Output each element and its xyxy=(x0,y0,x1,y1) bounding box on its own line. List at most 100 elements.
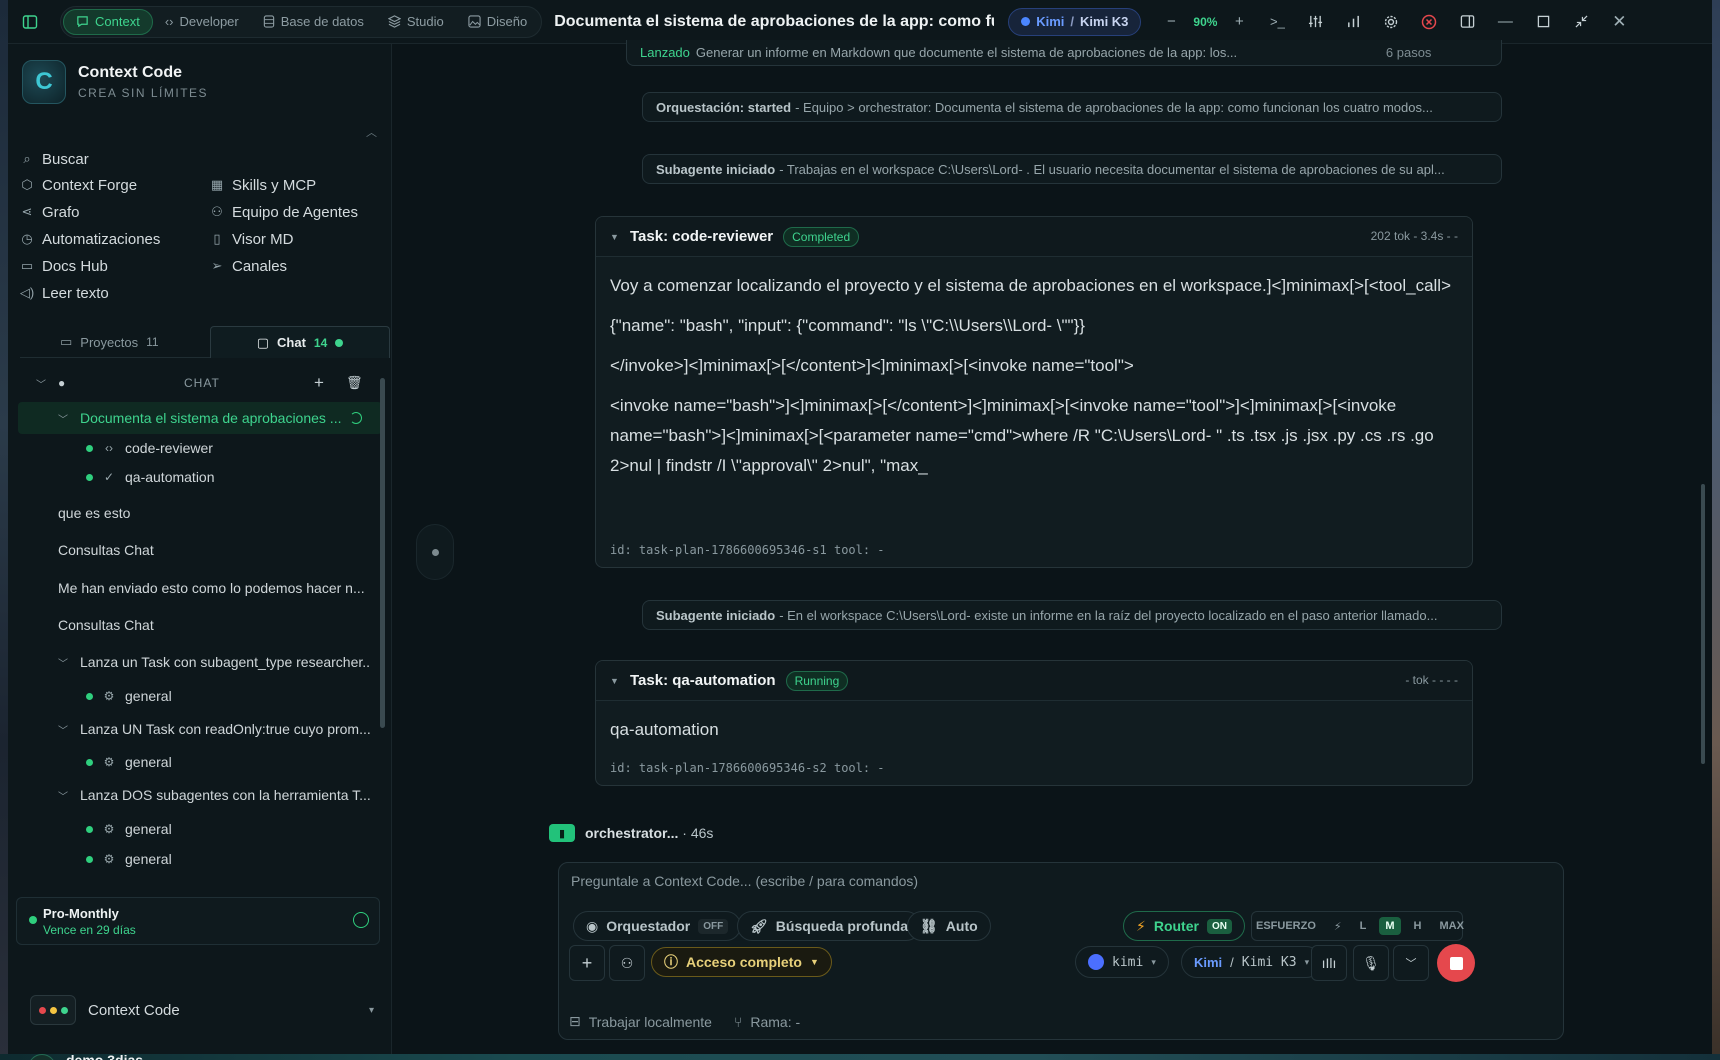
chat-subitem[interactable]: ⚙ general xyxy=(18,843,382,875)
terminal-button[interactable]: >_ xyxy=(1259,4,1295,40)
nav-context-forge[interactable]: ⬡ Context Forge xyxy=(20,174,137,196)
nav-docs-hub[interactable]: ▭ Docs Hub xyxy=(20,255,108,277)
nav-md-viewer[interactable]: ▯ Visor MD xyxy=(210,228,293,250)
chat-item[interactable]: Me han enviado esto como lo podemos hace… xyxy=(18,572,382,604)
prompt-input[interactable]: Preguntale a Context Code... (escribe / … xyxy=(571,873,918,889)
nav-graph[interactable]: ⋖ Grafo xyxy=(20,201,80,223)
panel-handle[interactable] xyxy=(416,524,454,580)
router-toggle[interactable]: ⚡︎ Router ON xyxy=(1123,911,1245,941)
chat-subitem[interactable]: ⚙ general xyxy=(18,680,382,712)
chat-item-parent[interactable]: ﹀ Documenta el sistema de aprobaciones .… xyxy=(18,402,382,434)
event-pill: Subagente iniciado - Trabajas en el work… xyxy=(642,154,1502,184)
branch-selector[interactable]: ⑂ Rama: - xyxy=(734,1013,800,1030)
more-options-button[interactable]: ﹀ xyxy=(1393,945,1429,981)
effort-medium[interactable]: M xyxy=(1379,917,1401,935)
user-profile[interactable]: demo.3dias pro-monthly ︿ xyxy=(28,1048,380,1060)
nav-agent-team[interactable]: ⚇ Equipo de Agentes xyxy=(210,201,358,223)
plan-status-pill[interactable]: Lanzado Generar un informe en Markdown q… xyxy=(626,40,1502,66)
effort-high[interactable]: H xyxy=(1405,920,1431,932)
plan-status-label: Lanzado xyxy=(640,45,690,60)
settings-sliders-button[interactable] xyxy=(1297,4,1333,40)
status-badge: Running xyxy=(785,670,849,691)
sidebar-scrollbar[interactable] xyxy=(380,378,385,728)
task-header[interactable]: ▼ Task: qa-automation Running - tok - - … xyxy=(596,661,1472,701)
zoom-out-button[interactable]: − xyxy=(1153,4,1189,40)
minimize-button[interactable]: — xyxy=(1487,4,1523,40)
deep-search-button[interactable]: 🚀︎ Búsqueda profunda xyxy=(737,911,922,941)
agents-button[interactable]: ⚇ xyxy=(609,945,645,981)
zoom-in-button[interactable]: + xyxy=(1221,4,1257,40)
attach-button[interactable]: + xyxy=(569,945,605,981)
tab-context[interactable]: Context xyxy=(63,8,153,35)
tab-projects[interactable]: ▭ Proyectos 11 xyxy=(60,326,159,358)
delete-chat-button[interactable]: 🗑 xyxy=(346,375,363,391)
nav-skills-mcp[interactable]: ▦ Skills y MCP xyxy=(210,174,316,196)
tab-chat-count: 14 xyxy=(313,335,328,350)
chat-subitem[interactable]: ⚙ general xyxy=(18,746,382,778)
tab-studio[interactable]: Studio xyxy=(376,9,456,35)
status-dot xyxy=(86,825,93,833)
orchestrator-toggle[interactable]: ◉ Orquestador OFF xyxy=(573,911,742,941)
grid-icon: ▦ xyxy=(210,177,224,192)
chat-item[interactable]: Consultas Chat xyxy=(18,609,382,641)
workspace-selector[interactable]: Context Code ▾ xyxy=(30,992,380,1028)
agent-selector[interactable]: kimi ▾ xyxy=(1075,946,1169,978)
collapse-chat-button[interactable]: ﹀ xyxy=(36,376,46,391)
chevron-down-icon: ﹀ xyxy=(58,725,68,737)
close-button[interactable]: ✕ xyxy=(1601,4,1637,40)
stats-button[interactable] xyxy=(1335,4,1371,40)
gear-icon: ⚙ xyxy=(103,852,115,866)
chat-item-parent[interactable]: ﹀ Lanza UN Task con readOnly:true cuyo p… xyxy=(18,713,382,745)
chat-item-parent[interactable]: ﹀ Lanza DOS subagentes con la herramient… xyxy=(18,779,382,811)
subscription-card[interactable]: Pro-Monthly Vence en 29 días xyxy=(16,897,380,945)
router-state: ON xyxy=(1206,918,1232,934)
voice-wave-button[interactable]: ıIlı xyxy=(1311,945,1347,981)
collapse-nav-button[interactable]: ︿ xyxy=(366,124,377,140)
stop-generation-button[interactable] xyxy=(1437,944,1475,982)
agent-name: kimi xyxy=(1112,954,1144,970)
effort-max[interactable]: MAX xyxy=(1431,920,1473,932)
tab-developer[interactable]: ‹› Developer xyxy=(153,9,251,35)
tab-design[interactable]: Diseño xyxy=(456,9,539,35)
effort-low[interactable]: L xyxy=(1351,920,1376,932)
mode-tabs: Context ‹› Developer Base de datos Studi… xyxy=(60,5,543,38)
model-provider: Kimi xyxy=(1194,954,1223,970)
model-selector[interactable]: Kimi / Kimi K3 xyxy=(1008,7,1142,36)
workspace-name: Context Code xyxy=(88,1001,180,1019)
brand-logo: C xyxy=(22,60,66,104)
stop-all-button[interactable] xyxy=(1411,4,1447,40)
tab-projects-count: 11 xyxy=(146,335,159,349)
nav-read-text[interactable]: ◁) Leer texto xyxy=(20,282,109,304)
plan-expiry: Vence en 29 días xyxy=(43,923,136,937)
chat-item[interactable]: Consultas Chat xyxy=(18,534,382,566)
event-label: Orquestación: started xyxy=(656,99,792,115)
new-chat-button[interactable]: + xyxy=(314,373,324,393)
nav-search[interactable]: ⌕ Buscar xyxy=(20,148,88,170)
composer-model-selector[interactable]: Kimi / Kimi K3 ▾ xyxy=(1181,946,1323,978)
nav-channels[interactable]: ➢ Canales xyxy=(210,255,288,277)
settings-button[interactable] xyxy=(1373,4,1409,40)
access-label: Acceso completo xyxy=(686,954,802,970)
model-separator: / xyxy=(1230,954,1234,970)
auto-button[interactable]: ⛓︎ Auto xyxy=(907,911,991,941)
tab-chat[interactable]: ▢ Chat 14 xyxy=(210,326,390,358)
work-locally-toggle[interactable]: ⊟ Trabajar localmente xyxy=(569,1013,712,1030)
dot-icon xyxy=(432,549,439,556)
tab-database[interactable]: Base de datos xyxy=(251,9,376,35)
split-view-button[interactable] xyxy=(1449,4,1485,40)
chat-item[interactable]: que es esto xyxy=(18,497,382,529)
main-scrollbar[interactable] xyxy=(1701,484,1705,764)
chat-subitem[interactable]: ✓ qa-automation xyxy=(18,461,382,493)
chat-item-parent[interactable]: ﹀ Lanza un Task con subagent_type resear… xyxy=(18,646,382,678)
maximize-button[interactable] xyxy=(1525,4,1561,40)
chat-subitem[interactable]: ⚙ general xyxy=(18,813,382,845)
chat-subitem[interactable]: ‹› code-reviewer xyxy=(18,432,382,464)
toggle-sidebar-button[interactable] xyxy=(8,0,52,44)
chat-item-label: Consultas Chat xyxy=(58,542,154,558)
access-level-selector[interactable]: ⓘ Acceso completo ▼ xyxy=(651,947,832,977)
compact-button[interactable] xyxy=(1563,4,1599,40)
microphone-button[interactable]: 🎙︎ xyxy=(1353,945,1389,981)
task-header[interactable]: ▼ Task: code-reviewer Completed 202 tok … xyxy=(596,217,1472,257)
nav-automations[interactable]: ◷ Automatizaciones xyxy=(20,228,160,250)
orchestrator-label: Orquestador xyxy=(606,918,691,934)
